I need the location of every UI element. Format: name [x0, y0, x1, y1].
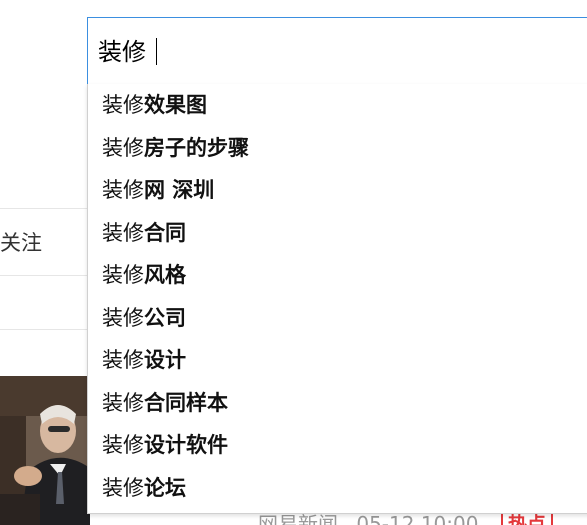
suggestion-typed-text: 装修 [102, 348, 144, 372]
suggestion-typed-text: 装修 [102, 433, 144, 457]
suggestion-typed-text: 装修 [102, 391, 144, 415]
suggestion-completion-text: 合同 [144, 221, 186, 245]
news-thumbnail-image [0, 376, 90, 525]
suggestion-typed-text: 装修 [102, 136, 144, 160]
suggestion-item[interactable]: 装修网 深圳 [102, 174, 214, 206]
suggestion-item[interactable]: 装修设计软件 [102, 429, 228, 461]
suggestion-item[interactable]: 装修效果图 [102, 89, 207, 121]
text-cursor [156, 38, 157, 65]
suggestion-typed-text: 装修 [102, 178, 144, 202]
suggestion-completion-text: 论坛 [144, 476, 186, 500]
search-box[interactable] [87, 17, 587, 85]
suggestion-dropdown: 装修效果图 装修房子的步骤 装修网 深圳 装修合同 装修风格 装修公司 装修设计… [87, 84, 587, 514]
suggestion-completion-text: 网 深圳 [144, 178, 215, 202]
suggestion-item[interactable]: 装修设计 [102, 344, 186, 376]
suggestion-typed-text: 装修 [102, 263, 144, 287]
suggestion-typed-text: 装修 [102, 93, 144, 117]
suggestion-completion-text: 风格 [144, 263, 186, 287]
nav-item-follow-label: 关注 [0, 231, 42, 255]
suggestion-typed-text: 装修 [102, 221, 144, 245]
search-input[interactable] [98, 34, 568, 70]
suggestion-item[interactable]: 装修风格 [102, 259, 186, 291]
suggestion-item[interactable]: 装修合同 [102, 217, 186, 249]
suggestion-typed-text: 装修 [102, 306, 144, 330]
suggestion-item[interactable]: 装修房子的步骤 [102, 132, 249, 164]
suggestion-completion-text: 房子的步骤 [144, 136, 249, 160]
news-thumbnail[interactable] [0, 376, 90, 525]
suggestion-completion-text: 效果图 [144, 93, 207, 117]
suggestion-item[interactable]: 装修公司 [102, 302, 186, 334]
suggestion-item[interactable]: 装修论坛 [102, 472, 186, 504]
suggestion-typed-text: 装修 [102, 476, 144, 500]
suggestion-item[interactable]: 装修合同样本 [102, 387, 228, 419]
suggestion-completion-text: 设计软件 [144, 433, 228, 457]
suggestion-completion-text: 合同样本 [144, 391, 228, 415]
nav-item-follow[interactable]: 关注 [0, 208, 90, 276]
suggestion-completion-text: 公司 [144, 306, 186, 330]
nav-divider [0, 329, 90, 330]
suggestion-completion-text: 设计 [144, 348, 186, 372]
page: 关注 网易新闻 05-12 10:00 热点 装修效果图 [0, 0, 587, 525]
